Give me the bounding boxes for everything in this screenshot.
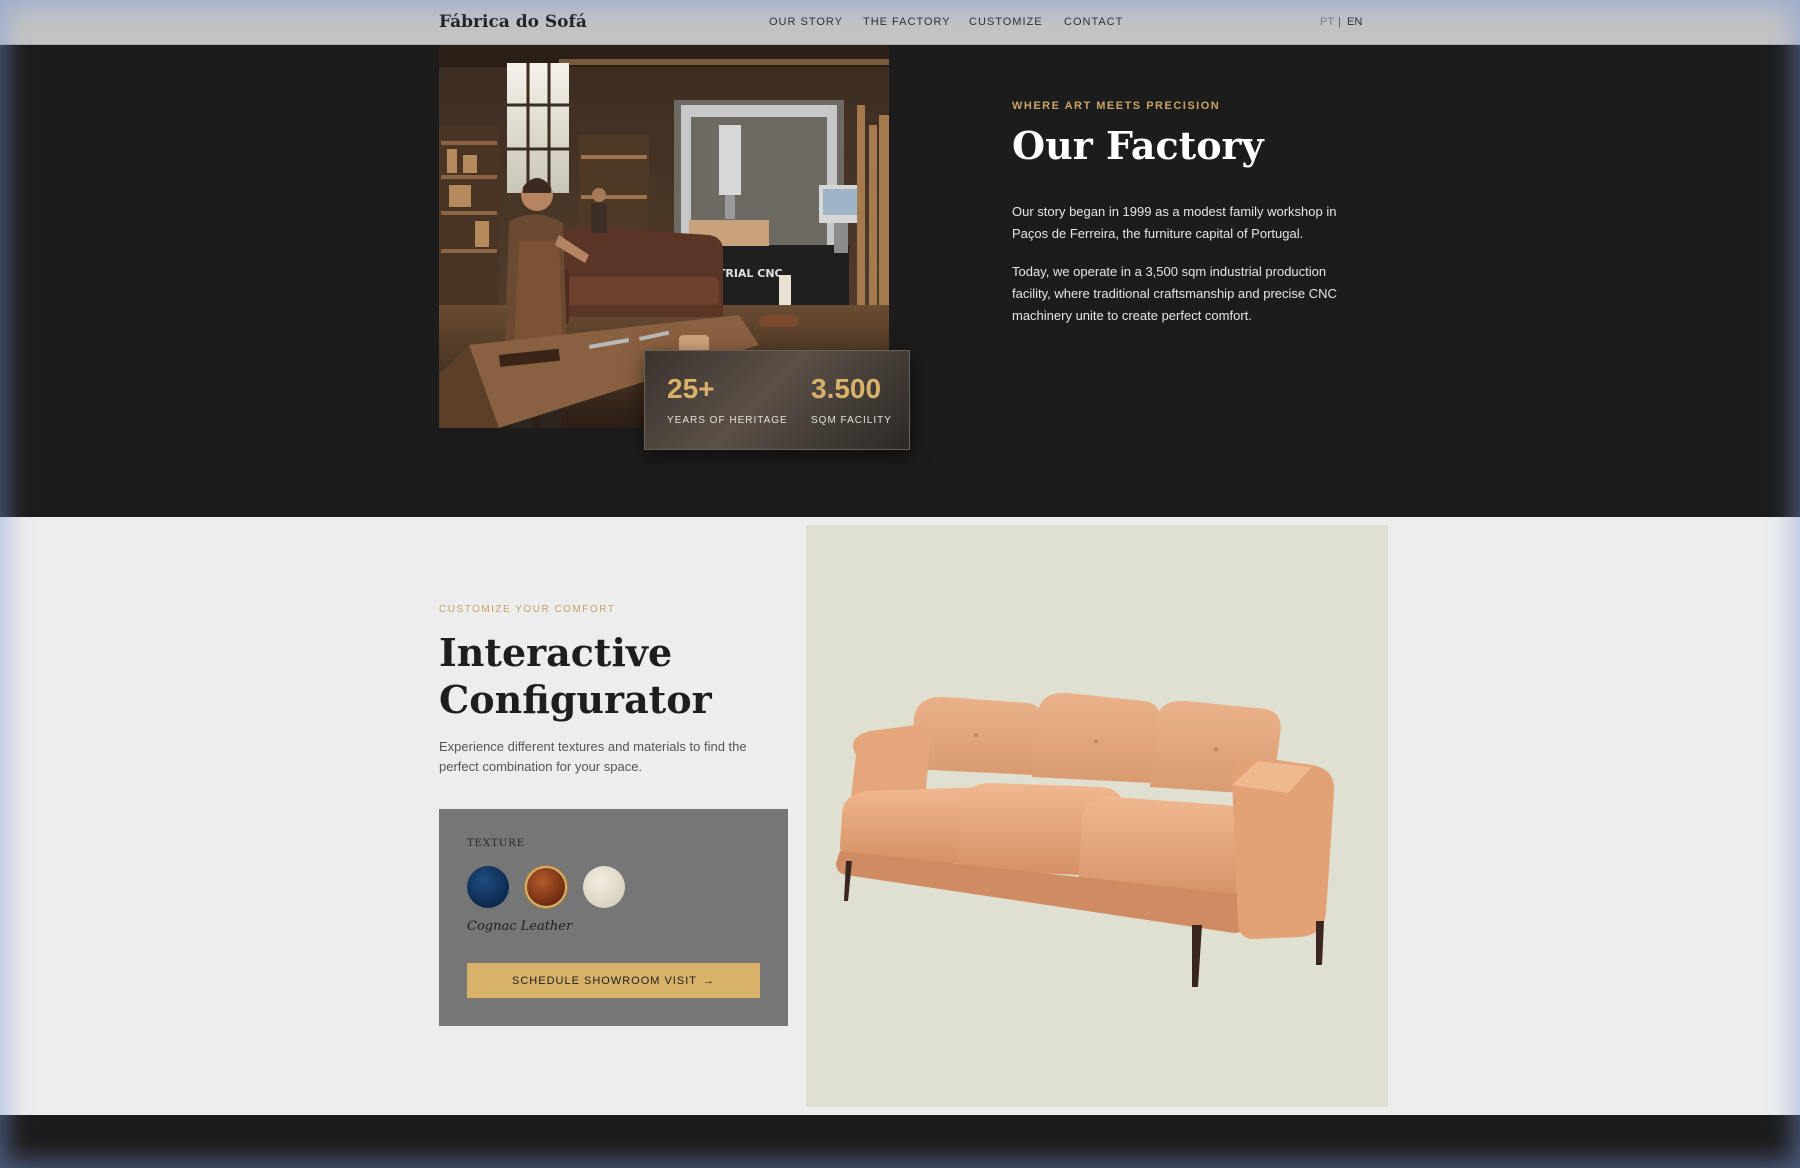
configurator-section: CUSTOMIZE YOUR COMFORT Interactive Confi… <box>0 517 1800 1115</box>
nav-link-customize[interactable]: CUSTOMIZE <box>969 16 1043 28</box>
selected-texture-name: Cognac Leather <box>467 919 573 934</box>
brand-logo[interactable]: Fábrica do Sofá <box>439 12 587 32</box>
texture-panel: TEXTURE Cognac Leather SCHEDULE SHOWROOM… <box>439 809 788 1026</box>
footer-strip <box>0 1115 1800 1168</box>
texture-label: TEXTURE <box>467 838 526 849</box>
swatch-linen[interactable] <box>583 866 625 908</box>
lang-pt[interactable]: PT <box>1320 16 1334 28</box>
cta-label: SCHEDULE SHOWROOM VISIT <box>512 974 697 987</box>
factory-paragraph-2: Today, we operate in a 3,500 sqm industr… <box>1012 264 1337 323</box>
stat-area-label: SQM FACILITY <box>811 415 892 426</box>
stats-card: 25+ YEARS OF HERITAGE 3.500 SQM FACILITY <box>644 350 910 450</box>
factory-title: Our Factory <box>1012 123 1264 168</box>
configurator-description: Experience different textures and materi… <box>439 739 747 774</box>
lang-en[interactable]: EN <box>1347 16 1362 28</box>
swatch-navy[interactable] <box>467 866 509 908</box>
stat-years-value: 25+ <box>667 373 715 404</box>
configurator-eyebrow: CUSTOMIZE YOUR COMFORT <box>439 604 616 615</box>
lang-separator: | <box>1338 16 1341 28</box>
factory-paragraph-1: Our story began in 1999 as a modest fami… <box>1012 204 1337 241</box>
nav-link-contact[interactable]: CONTACT <box>1064 16 1123 28</box>
top-nav: Fábrica do Sofá OUR STORY THE FACTORY CU… <box>0 0 1800 45</box>
nav-link-our-story[interactable]: OUR STORY <box>769 16 843 28</box>
arrow-right-icon: → <box>702 974 715 987</box>
stat-area-value: 3.500 <box>811 373 882 404</box>
sofa-preview <box>806 525 1388 1107</box>
nav-link-the-factory[interactable]: THE FACTORY <box>863 16 951 28</box>
schedule-showroom-visit-button[interactable]: SCHEDULE SHOWROOM VISIT → <box>467 963 760 998</box>
configurator-title: Interactive Configurator <box>439 630 712 722</box>
factory-section: USTRIAL CNC 25+ YEARS OF HERITAGE 3.500 … <box>0 45 1800 517</box>
sofa-illustration <box>836 692 1335 987</box>
factory-eyebrow: WHERE ART MEETS PRECISION <box>1012 100 1221 112</box>
stat-years-label: YEARS OF HERITAGE <box>667 415 788 426</box>
swatch-cognac-selected[interactable] <box>525 866 567 908</box>
